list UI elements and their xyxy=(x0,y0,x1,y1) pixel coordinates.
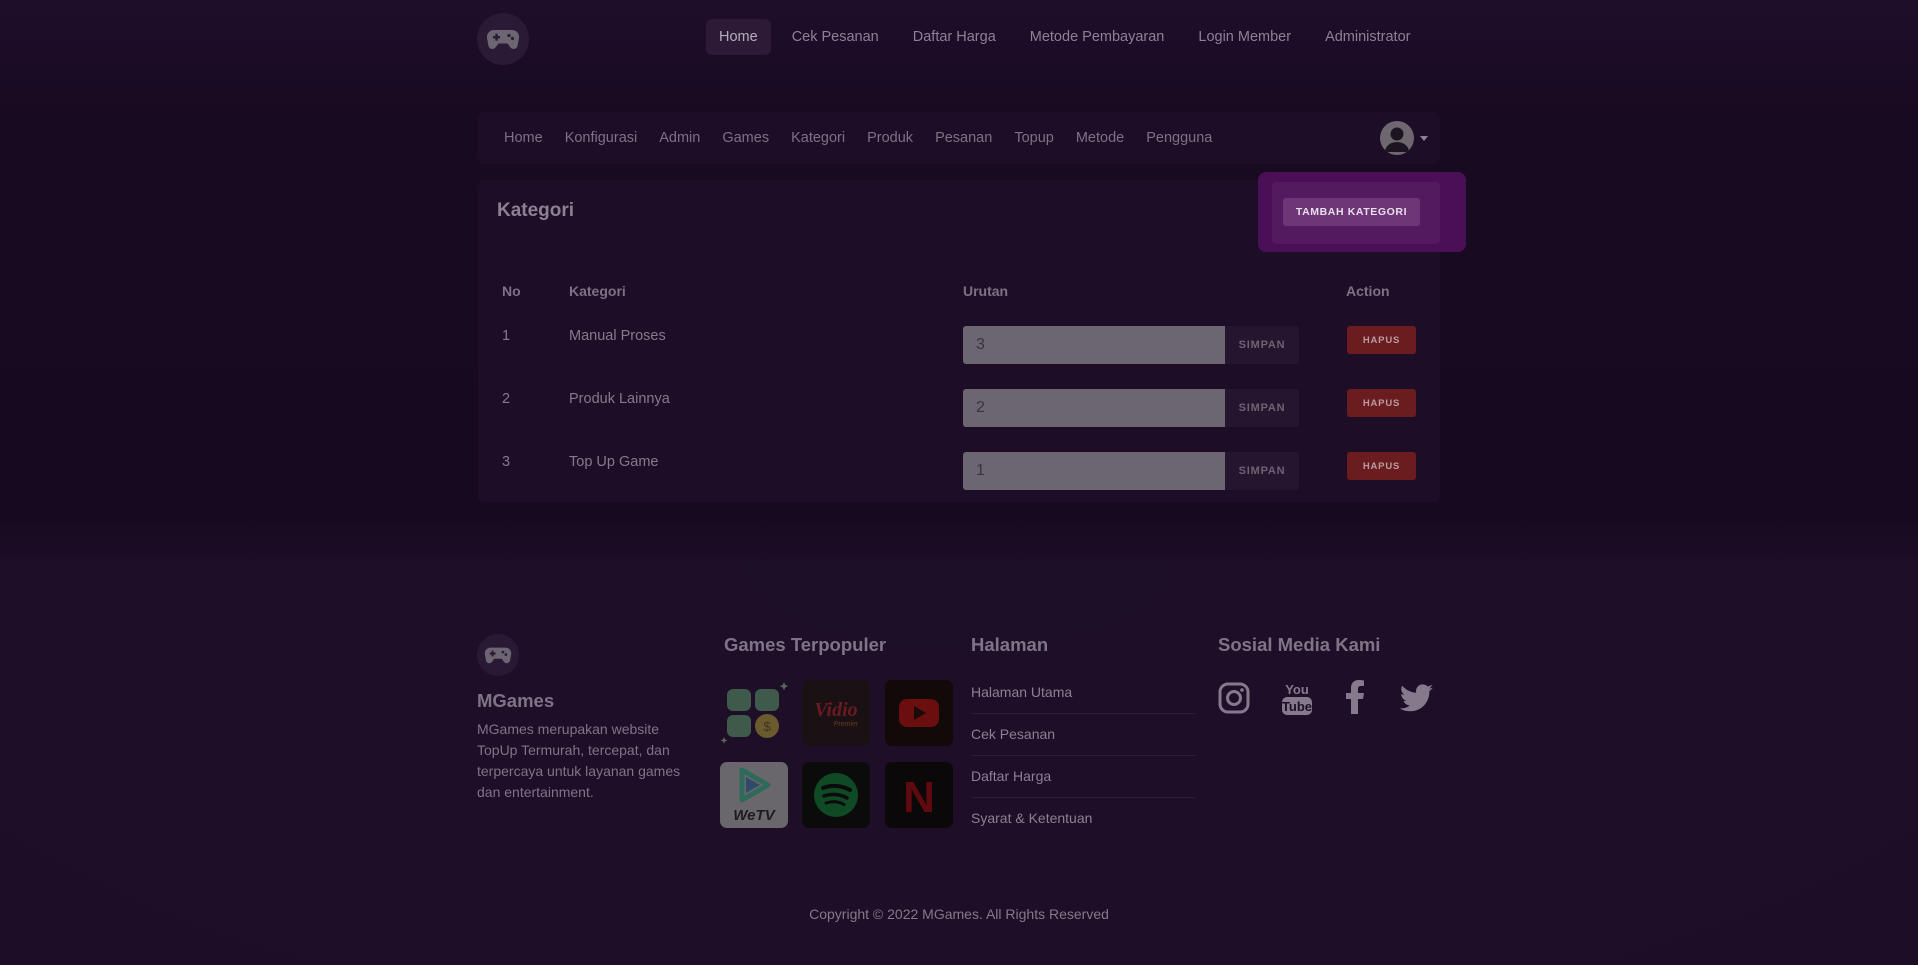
save-order-button[interactable]: SIMPAN xyxy=(1225,452,1299,490)
admin-navigation: Home Konfigurasi Admin Games Kategori Pr… xyxy=(478,112,1440,164)
footer-pages-title: Halaman xyxy=(971,634,1049,655)
vidio-tile[interactable]: Vidio Premier xyxy=(802,680,870,746)
divider xyxy=(971,797,1195,798)
page-title: Kategori xyxy=(497,200,575,221)
facebook-icon[interactable] xyxy=(1344,680,1366,719)
footer-brand-name: MGames xyxy=(477,690,555,711)
topnav-login-member[interactable]: Login Member xyxy=(1185,19,1304,55)
save-order-button[interactable]: SIMPAN xyxy=(1225,389,1299,427)
spotify-icon xyxy=(814,773,858,817)
footer-logo[interactable] xyxy=(477,634,519,676)
twitter-icon[interactable] xyxy=(1399,684,1434,717)
user-silhouette-icon xyxy=(1385,127,1409,152)
adminnav-games[interactable]: Games xyxy=(711,130,780,146)
footer-link-syarat-ketentuan[interactable]: Syarat & Ketentuan xyxy=(971,810,1092,826)
save-order-button[interactable]: SIMPAN xyxy=(1225,326,1299,364)
svg-text:$: $ xyxy=(763,719,771,734)
order-input[interactable] xyxy=(963,389,1225,427)
svg-text:Premier: Premier xyxy=(834,721,859,728)
wetv-icon: WeTV xyxy=(733,767,777,824)
topnav-metode-pembayaran[interactable]: Metode Pembayaran xyxy=(1017,19,1178,55)
youtube-icon[interactable]: You Tube xyxy=(1280,679,1314,722)
adminnav-konfigurasi[interactable]: Konfigurasi xyxy=(554,130,649,146)
row-category-name: Produk Lainnya xyxy=(569,391,670,407)
row-number: 1 xyxy=(502,328,511,344)
order-input[interactable] xyxy=(963,452,1225,490)
top-navigation: Home Cek Pesanan Daftar Harga Metode Pem… xyxy=(706,19,1431,55)
row-number: 3 xyxy=(502,454,511,470)
add-category-button[interactable]: TAMBAH KATEGORI xyxy=(1283,198,1420,226)
netflix-tile[interactable]: N xyxy=(885,762,953,828)
delete-button[interactable]: HAPUS xyxy=(1347,452,1416,480)
youtube-tile[interactable] xyxy=(885,680,953,746)
footer-background xyxy=(0,560,1918,965)
wetv-tile[interactable]: WeTV xyxy=(720,762,788,828)
adminnav-pesanan[interactable]: Pesanan xyxy=(924,130,1003,146)
footer-social-title: Sosial Media Kami xyxy=(1218,634,1381,655)
avatar xyxy=(1380,121,1414,155)
adminnav-pengguna[interactable]: Pengguna xyxy=(1135,130,1223,146)
adminnav-topup[interactable]: Topup xyxy=(1003,130,1065,146)
footer-games-title: Games Terpopuler xyxy=(724,634,887,655)
footer-link-daftar-harga[interactable]: Daftar Harga xyxy=(971,768,1051,784)
delete-button[interactable]: HAPUS xyxy=(1347,326,1416,354)
adminnav-produk[interactable]: Produk xyxy=(856,130,924,146)
adminnav-kategori[interactable]: Kategori xyxy=(780,130,856,146)
topnav-daftar-harga[interactable]: Daftar Harga xyxy=(900,19,1009,55)
youtube-icon xyxy=(899,699,939,727)
instagram-icon[interactable] xyxy=(1218,682,1250,719)
topnav-administrator[interactable]: Administrator xyxy=(1312,19,1423,55)
column-header-action: Action xyxy=(1346,283,1390,299)
row-category-name: Top Up Game xyxy=(569,454,659,470)
divider xyxy=(971,755,1195,756)
spotify-tile[interactable] xyxy=(802,762,870,828)
netflix-icon: N xyxy=(903,773,935,822)
adminnav-home[interactable]: Home xyxy=(493,130,554,146)
vidio-wordmark: Vidio xyxy=(814,699,857,721)
gamepad-icon xyxy=(484,647,512,664)
user-menu-toggle[interactable] xyxy=(1380,121,1428,155)
gamepad-icon xyxy=(486,29,520,50)
column-header-urutan: Urutan xyxy=(963,283,1009,299)
chevron-down-icon xyxy=(1420,135,1428,141)
order-input[interactable] xyxy=(963,326,1225,364)
svg-text:You: You xyxy=(1285,682,1309,697)
row-category-name: Manual Proses xyxy=(569,328,666,344)
topnav-home[interactable]: Home xyxy=(706,19,771,55)
svg-text:Tube: Tube xyxy=(1282,699,1312,714)
vidio-icon: Vidio Premier xyxy=(814,699,859,728)
adminnav-metode[interactable]: Metode xyxy=(1065,130,1135,146)
topnav-cek-pesanan[interactable]: Cek Pesanan xyxy=(779,19,892,55)
delete-button[interactable]: HAPUS xyxy=(1347,389,1416,417)
footer-link-cek-pesanan[interactable]: Cek Pesanan xyxy=(971,726,1055,742)
netflix-wordmark: N xyxy=(903,773,935,822)
divider xyxy=(971,713,1195,714)
adminnav-admin[interactable]: Admin xyxy=(648,130,711,146)
site-logo[interactable] xyxy=(477,13,529,65)
apps-grid-icon: $ xyxy=(720,682,788,744)
column-header-no: No xyxy=(502,283,521,299)
footer-brand-description: MGames merupakan website TopUp Termurah,… xyxy=(477,721,681,800)
apps-grid-tile[interactable]: $ xyxy=(720,680,788,746)
row-number: 2 xyxy=(502,391,511,407)
copyright-text: Copyright © 2022 MGames. All Rights Rese… xyxy=(809,906,1109,922)
column-header-kategori: Kategori xyxy=(569,283,626,299)
footer-link-halaman-utama[interactable]: Halaman Utama xyxy=(971,684,1072,700)
wetv-wordmark: WeTV xyxy=(733,807,776,824)
